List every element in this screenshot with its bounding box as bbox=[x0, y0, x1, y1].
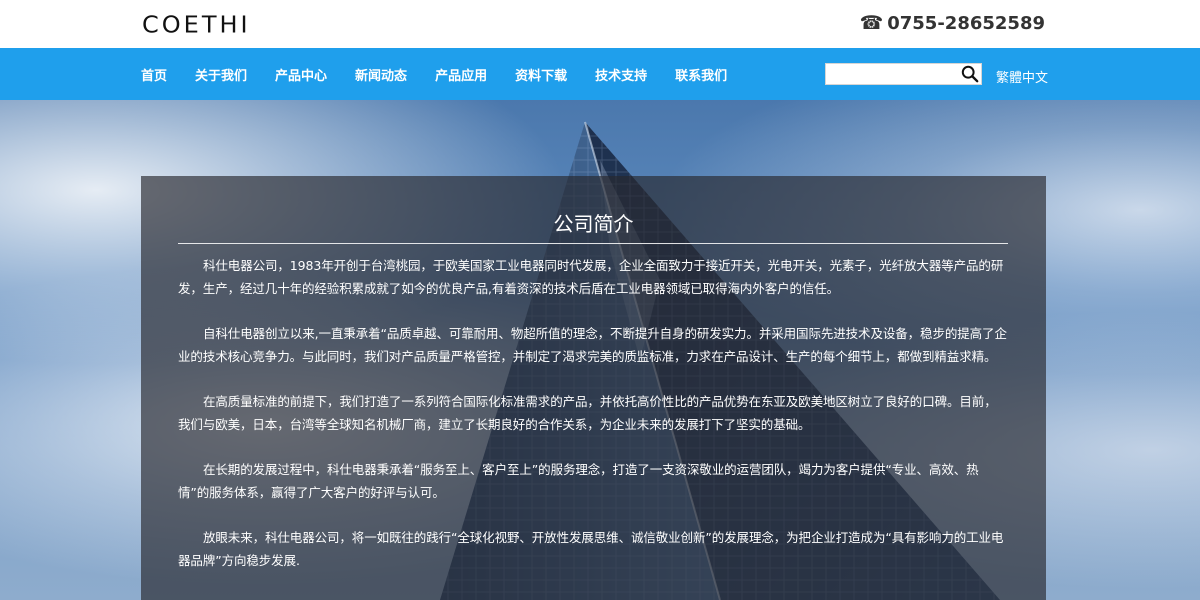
title-divider bbox=[178, 243, 1008, 244]
about-paragraph: 自科仕电器创立以来,一直秉承着“品质卓越、可靠耐用、物超所值的理念，不断提升自身… bbox=[178, 326, 1007, 364]
language-switch[interactable]: 繁體中文 bbox=[996, 67, 1048, 86]
phone-contact: ☎ 0755-28652589 bbox=[860, 12, 1045, 34]
about-paragraph: 在高质量标准的前提下，我们打造了一系列符合国际化标准需求的产品，并依托高价性比的… bbox=[178, 394, 997, 432]
about-title: 公司简介 bbox=[553, 212, 634, 236]
about-paragraph: 科仕电器公司，1983年开创于台湾桃园，于欧美国家工业电器同时代发展，企业全面致… bbox=[178, 258, 1004, 296]
search-box bbox=[825, 63, 982, 85]
top-header: COETHI ☎ 0755-28652589 bbox=[0, 0, 1200, 48]
nav-item-downloads[interactable]: 资料下载 bbox=[515, 65, 567, 84]
nav-item-home[interactable]: 首页 bbox=[141, 65, 167, 84]
nav-item-contact[interactable]: 联系我们 bbox=[675, 65, 727, 84]
nav-item-products[interactable]: 产品中心 bbox=[275, 65, 327, 84]
search-input[interactable] bbox=[826, 65, 956, 85]
nav-item-applications[interactable]: 产品应用 bbox=[435, 65, 487, 84]
nav-item-about[interactable]: 关于我们 bbox=[195, 65, 247, 84]
about-paragraph: 放眼未来，科仕电器公司，将一如既往的践行“全球化视野、开放性发展思维、诚信敬业创… bbox=[178, 530, 1004, 568]
about-content: 科仕电器公司，1983年开创于台湾桃园，于欧美国家工业电器同时代发展，企业全面致… bbox=[178, 254, 1008, 594]
about-paragraph: 在长期的发展过程中，科仕电器秉承着“服务至上、客户至上”的服务理念，打造了一支资… bbox=[178, 462, 979, 500]
nav-item-support[interactable]: 技术支持 bbox=[595, 65, 647, 84]
search-icon[interactable] bbox=[961, 65, 979, 83]
site-logo[interactable]: COETHI bbox=[142, 12, 251, 39]
about-panel: 公司简介 科仕电器公司，1983年开创于台湾桃园，于欧美国家工业电器同时代发展，… bbox=[141, 176, 1046, 600]
phone-icon: ☎ bbox=[859, 12, 884, 34]
nav-menu: 首页 关于我们 产品中心 新闻动态 产品应用 资料下载 技术支持 联系我们 bbox=[141, 48, 727, 100]
nav-item-news[interactable]: 新闻动态 bbox=[355, 65, 407, 84]
phone-number: 0755-28652589 bbox=[887, 12, 1045, 34]
